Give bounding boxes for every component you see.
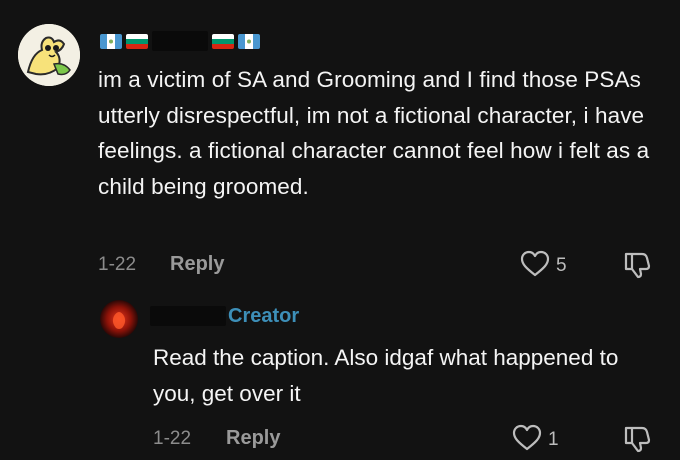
reply-date: 1-22 bbox=[153, 428, 192, 449]
redacted-creator-username[interactable] bbox=[150, 306, 226, 326]
comment-reply-button[interactable]: Reply bbox=[170, 253, 224, 276]
heart-outline-icon bbox=[520, 250, 550, 278]
guatemala-flag-icon bbox=[100, 33, 122, 49]
thumbs-down-icon bbox=[622, 424, 652, 454]
comment-like-count: 5 bbox=[556, 255, 567, 276]
commenter-username-row[interactable] bbox=[100, 30, 260, 52]
bulgaria-flag-icon bbox=[212, 33, 234, 49]
comment-like-button[interactable] bbox=[520, 250, 550, 278]
reply-reply-button[interactable]: Reply bbox=[226, 427, 280, 450]
reply-like-count: 1 bbox=[548, 429, 559, 450]
reply-dislike-button[interactable] bbox=[622, 424, 652, 454]
comment-text: im a victim of SA and Grooming and I fin… bbox=[98, 67, 650, 199]
bulgaria-flag-icon bbox=[126, 33, 148, 49]
commenter-avatar[interactable] bbox=[18, 24, 80, 86]
creator-badge: Creator bbox=[228, 305, 300, 327]
reply-like-button[interactable] bbox=[512, 424, 542, 452]
thumbs-down-icon bbox=[622, 250, 652, 280]
redacted-username bbox=[152, 31, 208, 51]
creator-avatar[interactable] bbox=[100, 300, 138, 338]
reply-text: Read the caption. Also idgaf what happen… bbox=[153, 345, 619, 406]
guatemala-flag-icon bbox=[238, 33, 260, 49]
comment-dislike-button[interactable] bbox=[622, 250, 652, 280]
heart-outline-icon bbox=[512, 424, 542, 452]
comment-date: 1-22 bbox=[98, 254, 137, 275]
